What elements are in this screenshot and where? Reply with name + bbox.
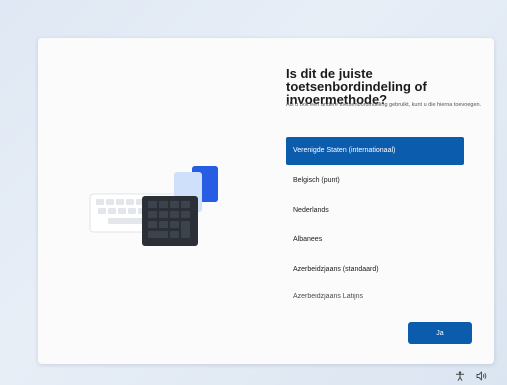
layout-option[interactable]: Nederlands [286, 197, 464, 225]
yes-button[interactable]: Ja [408, 322, 472, 344]
layout-option[interactable]: Azerbeidzjaans (standaard) [286, 256, 464, 284]
keyboard-layout-list[interactable]: Verenigde Staten (internationaal) Belgis… [286, 137, 464, 305]
layout-option[interactable]: Belgisch (punt) [286, 167, 464, 195]
keyboard-illustration [88, 158, 228, 298]
layout-option[interactable]: Azerbeidzjaans Latijns [286, 286, 464, 304]
page-subtitle: Als u ook een andere toetsenbordindeling… [286, 102, 482, 108]
layout-option[interactable]: Albanees [286, 226, 464, 254]
setup-card: Is dit de juiste toetsenbordindeling of … [38, 38, 494, 364]
volume-icon[interactable] [476, 371, 488, 381]
layout-option[interactable]: Verenigde Staten (internationaal) [286, 137, 464, 165]
accessibility-icon[interactable] [455, 371, 465, 381]
